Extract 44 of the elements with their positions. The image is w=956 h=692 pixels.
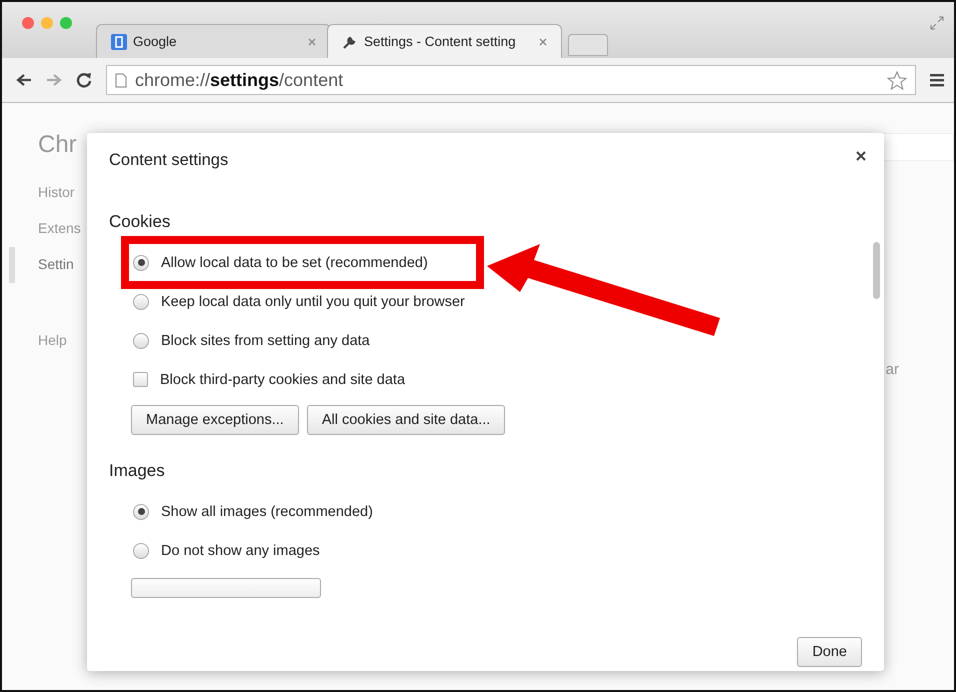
dialog-title: Content settings <box>109 151 228 170</box>
radio-button[interactable] <box>133 294 149 310</box>
close-tab-icon[interactable] <box>539 38 547 46</box>
partly-hidden-button[interactable] <box>131 578 321 598</box>
radio-button[interactable] <box>133 254 149 270</box>
star-icon[interactable] <box>887 70 907 90</box>
dialog-button[interactable]: All cookies and site data... <box>306 405 506 435</box>
page-title: Chr <box>38 131 77 159</box>
menu-icon[interactable] <box>930 73 944 87</box>
new-tab-button[interactable] <box>568 34 608 56</box>
selection-bar <box>9 247 15 283</box>
option-label: Keep local data only until you quit your browser <box>161 294 465 310</box>
address-bar[interactable]: chrome://settings/content <box>106 65 916 95</box>
section-heading: Cookies <box>109 212 172 232</box>
background-text: ar <box>886 361 899 378</box>
wrench-icon <box>342 34 358 50</box>
radio-button[interactable] <box>133 332 149 348</box>
option-label: Show all images (recommended) <box>161 504 373 520</box>
option-label: Block third-party cookies and site data <box>160 372 406 388</box>
checkbox[interactable] <box>133 372 148 387</box>
window-control-icon[interactable] <box>60 17 72 29</box>
close-icon[interactable] <box>856 151 866 161</box>
scrollbar-thumb[interactable] <box>873 242 880 299</box>
option-label: Do not show any images <box>161 542 320 558</box>
back-icon[interactable] <box>16 73 32 87</box>
section-heading: Images <box>109 461 166 481</box>
done-button[interactable]: Done <box>797 637 862 667</box>
fullscreen-icon[interactable] <box>930 16 944 30</box>
option-label: Block sites from setting any data <box>161 332 370 348</box>
dialog-button[interactable]: Manage exceptions... <box>131 405 299 435</box>
reload-icon[interactable] <box>76 72 92 88</box>
radio-button[interactable] <box>133 504 149 520</box>
radio-button[interactable] <box>133 542 149 558</box>
sidebar-item[interactable]: Settin <box>38 249 74 281</box>
close-tab-icon[interactable] <box>308 38 316 46</box>
forward-icon[interactable] <box>46 73 62 87</box>
url-text: chrome://settings/content <box>135 70 344 90</box>
browser-tab[interactable]: Google <box>96 24 331 58</box>
window-control-icon[interactable] <box>22 17 34 29</box>
browser-tab[interactable]: Settings - Content setting <box>327 24 562 58</box>
page-icon <box>115 72 127 88</box>
window-control-icon[interactable] <box>41 17 53 29</box>
favicon-icon <box>111 34 127 50</box>
option-label: Allow local data to be set (recommended) <box>161 254 428 270</box>
